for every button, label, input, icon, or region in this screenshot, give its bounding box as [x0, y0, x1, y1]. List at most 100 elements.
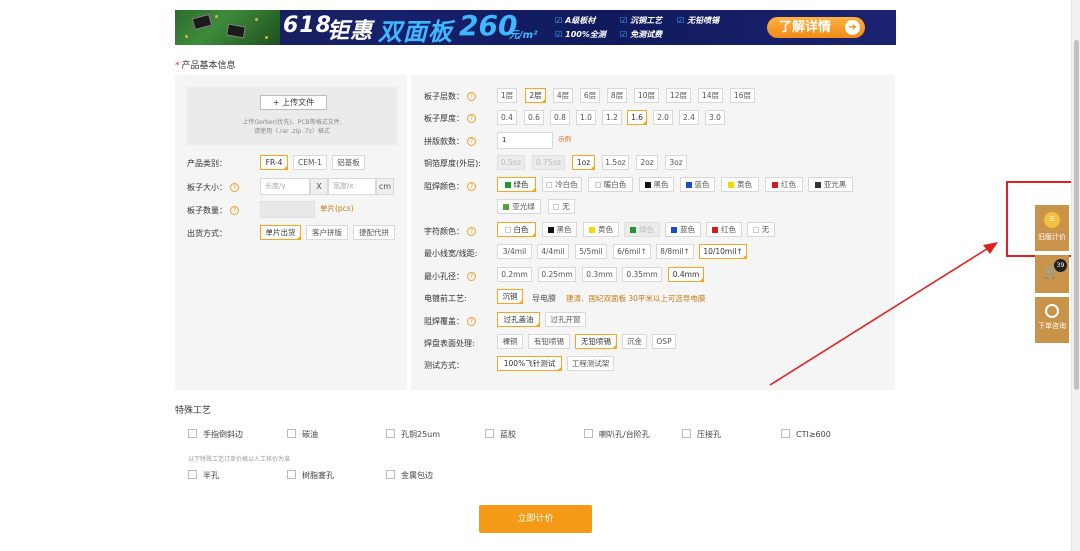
surface-leaded-hasl[interactable]: 有铅喷锡: [528, 334, 570, 349]
checkbox-icon[interactable]: [386, 470, 395, 479]
layers-10[interactable]: 10层: [634, 88, 659, 103]
copper-3oz[interactable]: 3oz: [665, 155, 687, 170]
checkbox-icon[interactable]: [188, 429, 197, 438]
cart-button[interactable]: 🛒 39: [1035, 255, 1069, 293]
cover-open-via[interactable]: 过孔开窗: [545, 312, 586, 327]
help-icon[interactable]: ?: [230, 183, 239, 192]
special-blue-glue[interactable]: 蓝胶: [485, 429, 516, 440]
shipping-customer-panel[interactable]: 客户拼版: [306, 225, 348, 240]
checkbox-icon[interactable]: [682, 429, 691, 438]
help-icon[interactable]: ?: [467, 92, 476, 101]
char-red[interactable]: 红色: [706, 222, 742, 237]
char-yellow[interactable]: 黄色: [583, 222, 619, 237]
board-length-input[interactable]: 长度/y: [260, 178, 310, 195]
special-hole-copper[interactable]: 孔铜25um: [386, 429, 440, 440]
layers-1[interactable]: 1层: [497, 88, 517, 103]
layers-4[interactable]: 4层: [553, 88, 573, 103]
order-consult-button[interactable]: 下单咨询: [1035, 297, 1069, 343]
surface-enig[interactable]: 沉金: [622, 334, 647, 349]
layers-12[interactable]: 12层: [666, 88, 691, 103]
trace-8-8mil[interactable]: 8/8mil↑: [656, 244, 694, 259]
thickness-1.6[interactable]: 1.6: [627, 110, 647, 125]
panel-count-input[interactable]: 1: [497, 132, 553, 149]
surface-bare-copper[interactable]: 裸铜: [497, 334, 523, 349]
help-icon[interactable]: ?: [230, 206, 239, 215]
promo-banner[interactable]: 618 钜惠 双面板 260 元/m² ☑ A级板材 ☑ 沉铜工艺 ☑ 无铅喷锡 ☑ 1…: [175, 10, 896, 45]
layers-6[interactable]: 6层: [580, 88, 600, 103]
solder-none[interactable]: 无: [548, 199, 575, 214]
help-icon[interactable]: ?: [467, 272, 476, 281]
help-icon[interactable]: ?: [467, 317, 476, 326]
help-icon[interactable]: ?: [467, 227, 476, 236]
old-quote-button[interactable]: ☰ 旧版计价: [1035, 205, 1069, 251]
layers-8[interactable]: 8层: [607, 88, 627, 103]
help-icon[interactable]: ?: [467, 137, 476, 146]
product-type-cem1[interactable]: CEM-1: [293, 155, 327, 170]
board-width-input[interactable]: 宽度/x: [328, 178, 376, 195]
trace-4-4mil[interactable]: 4/4mil: [537, 244, 569, 259]
copper-2oz[interactable]: 2oz: [636, 155, 658, 170]
solder-blue[interactable]: 蓝色: [680, 177, 715, 192]
char-white[interactable]: 白色: [497, 222, 536, 237]
solder-yellow[interactable]: 黄色: [721, 177, 759, 192]
solder-black[interactable]: 黑色: [639, 177, 674, 192]
quote-now-button[interactable]: 立即计价: [479, 505, 592, 533]
char-blue[interactable]: 蓝色: [665, 222, 701, 237]
checkbox-icon[interactable]: [781, 429, 790, 438]
board-qty-select[interactable]: [260, 201, 315, 218]
thickness-0.4[interactable]: 0.4: [497, 110, 517, 125]
copper-1.5oz[interactable]: 1.5oz: [602, 155, 629, 170]
thickness-0.8[interactable]: 0.8: [550, 110, 570, 125]
layers-14[interactable]: 14层: [698, 88, 723, 103]
cover-tent-via[interactable]: 过孔盖油: [497, 312, 540, 327]
special-countersink[interactable]: 喇叭孔/台阶孔: [584, 429, 650, 440]
special-resin-plug[interactable]: 树脂塞孔: [287, 470, 334, 481]
learn-more-button[interactable]: 了解详情 ➜: [767, 17, 865, 38]
hole-0.25mm[interactable]: 0.25mm: [538, 267, 576, 282]
upload-file-button[interactable]: + 上传文件: [260, 95, 327, 110]
test-fixture[interactable]: 工程测试架: [567, 356, 614, 371]
thickness-3.0[interactable]: 3.0: [705, 110, 725, 125]
special-cti[interactable]: CTI≥600: [781, 429, 831, 439]
char-none[interactable]: 无: [747, 222, 775, 237]
hole-0.4mm[interactable]: 0.4mm: [668, 267, 704, 282]
char-black[interactable]: 黑色: [542, 222, 577, 237]
solder-red[interactable]: 红色: [765, 177, 803, 192]
hole-0.35mm[interactable]: 0.35mm: [622, 267, 662, 282]
surface-osp[interactable]: OSP: [652, 334, 676, 349]
scrollbar-thumb[interactable]: [1074, 40, 1079, 390]
layers-2[interactable]: 2层: [525, 88, 546, 103]
solder-green[interactable]: 绿色: [497, 177, 536, 192]
product-type-aluminum[interactable]: 铝基板: [332, 155, 365, 170]
trace-10-10mil[interactable]: 10/10mil↑: [699, 244, 747, 259]
checkbox-icon[interactable]: [287, 429, 296, 438]
special-finger-bevel[interactable]: 手指倒斜边: [188, 429, 243, 440]
thickness-2.4[interactable]: 2.4: [679, 110, 699, 125]
layers-16[interactable]: 16层: [730, 88, 755, 103]
solder-warm-white[interactable]: 暖白色: [588, 177, 633, 192]
hole-0.2mm[interactable]: 0.2mm: [497, 267, 532, 282]
special-press-fit[interactable]: 压接孔: [682, 429, 721, 440]
hole-0.3mm[interactable]: 0.3mm: [582, 267, 617, 282]
shipping-single[interactable]: 单片出货: [260, 225, 301, 240]
thickness-1.2[interactable]: 1.2: [602, 110, 622, 125]
trace-3-4mil[interactable]: 3/4mil: [497, 244, 532, 259]
panel-count-example-link[interactable]: 示例: [558, 133, 571, 143]
checkbox-icon[interactable]: [386, 429, 395, 438]
plating-copper[interactable]: 沉铜: [497, 289, 523, 304]
checkbox-icon[interactable]: [188, 470, 197, 479]
checkbox-icon[interactable]: [287, 470, 296, 479]
trace-6-6mil[interactable]: 6/6mil↑: [613, 244, 651, 259]
solder-matte-black[interactable]: 亚光黑: [808, 177, 853, 192]
upload-area[interactable]: + 上传文件 上传Gerber(优先)、PCB等格式文件, 请使用（.rar .…: [187, 87, 397, 145]
shipping-jiepei-panel[interactable]: 捷配代拼: [353, 225, 395, 240]
test-flying-probe[interactable]: 100%飞针测试: [497, 356, 562, 371]
solder-cool-white[interactable]: 冷白色: [542, 177, 582, 192]
page-scrollbar[interactable]: [1071, 0, 1080, 551]
copper-1oz[interactable]: 1oz: [572, 155, 595, 170]
thickness-2.0[interactable]: 2.0: [653, 110, 673, 125]
plating-conductive-film[interactable]: 导电膜: [532, 293, 556, 304]
solder-matte-green[interactable]: 亚光绿: [497, 199, 541, 214]
special-carbon-ink[interactable]: 碳油: [287, 429, 318, 440]
checkbox-icon[interactable]: [584, 429, 593, 438]
